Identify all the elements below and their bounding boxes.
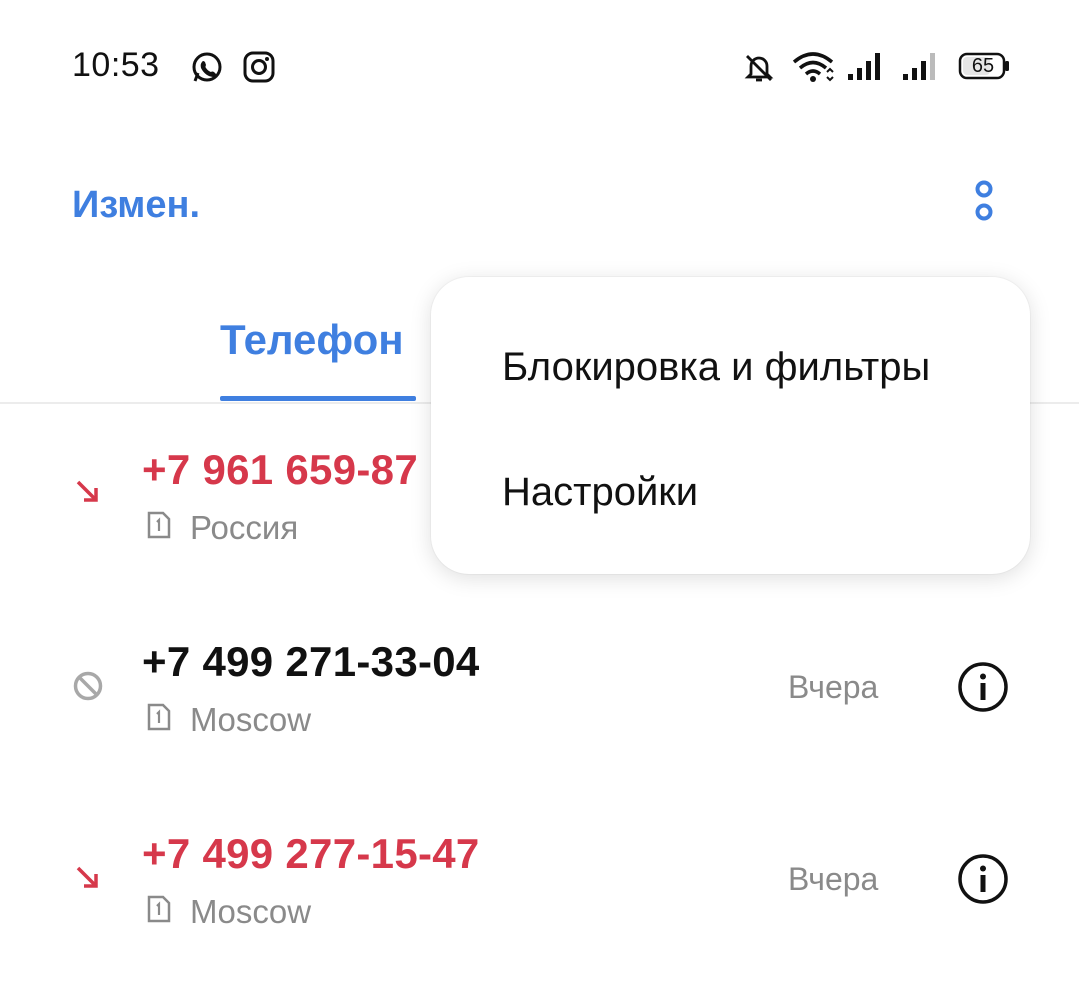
more-vertical-icon[interactable] xyxy=(960,176,1008,230)
info-icon[interactable] xyxy=(957,853,1009,905)
wifi-icon xyxy=(792,52,834,82)
call-time: Вчера xyxy=(788,861,879,897)
edit-button[interactable]: Измен. xyxy=(72,184,200,227)
menu-item-blocking-filters[interactable]: Блокировка и фильтры xyxy=(502,345,930,390)
sim-card-icon xyxy=(147,511,171,539)
missed-call-icon xyxy=(76,866,98,888)
tab-phone[interactable]: Телефон xyxy=(220,316,404,364)
call-location: Moscow xyxy=(190,893,312,930)
call-number: +7 961 659-87 xyxy=(142,446,418,493)
whatsapp-icon xyxy=(192,52,222,82)
missed-call-icon xyxy=(76,480,98,502)
call-location: Россия xyxy=(190,509,299,546)
sim-card-icon xyxy=(147,895,171,923)
sim-card-icon xyxy=(147,703,171,731)
menu-item-settings[interactable]: Настройки xyxy=(502,470,698,515)
signal-icon xyxy=(848,53,880,80)
call-time: Вчера xyxy=(788,669,879,705)
call-number: +7 499 277-15-47 xyxy=(142,830,480,877)
tab-active-indicator xyxy=(220,396,416,401)
info-icon[interactable] xyxy=(957,661,1009,713)
status-time: 10:53 xyxy=(72,46,160,84)
instagram-icon xyxy=(243,51,275,83)
call-number: +7 499 271-33-04 xyxy=(142,638,480,685)
call-location: Moscow xyxy=(190,701,312,738)
battery-level: 65 xyxy=(971,55,995,77)
battery-icon: 65 xyxy=(958,52,1010,80)
signal-icon xyxy=(903,53,935,80)
overflow-menu: Блокировка и фильтры Настройки xyxy=(431,277,1030,574)
blocked-call-icon xyxy=(73,671,103,701)
bell-off-icon xyxy=(744,55,774,82)
